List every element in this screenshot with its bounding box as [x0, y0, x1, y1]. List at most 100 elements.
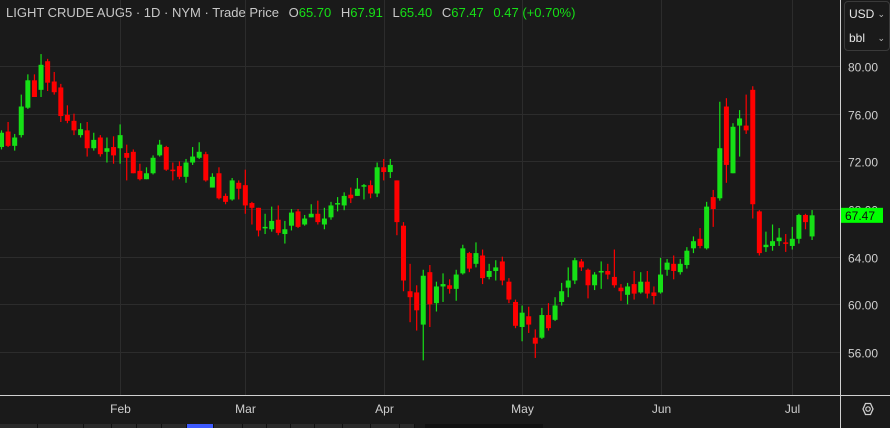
candle [190, 147, 196, 165]
candle [480, 249, 486, 285]
candle-body [664, 262, 670, 270]
high-value: 67.91 [350, 5, 383, 20]
candle [499, 256, 505, 286]
candle [684, 247, 690, 269]
candle-body [723, 106, 729, 165]
candle-body [302, 218, 308, 225]
candle [809, 210, 815, 240]
candle-body [644, 281, 650, 294]
candle-body [163, 147, 169, 170]
candle [605, 263, 611, 280]
strip-tab[interactable] [0, 424, 38, 428]
candle [611, 249, 617, 288]
strip-tab[interactable] [112, 424, 137, 428]
high-label: H [340, 5, 351, 20]
candle-body [440, 284, 446, 287]
strip-tab[interactable] [243, 424, 267, 428]
candle [460, 244, 466, 275]
candle-body [18, 106, 24, 136]
candle [157, 139, 163, 157]
candle [618, 284, 624, 301]
last-price-marker: 67.47 [841, 207, 883, 223]
candle-body [802, 214, 808, 223]
candle-body [216, 173, 222, 199]
candle-body [262, 226, 268, 229]
candle [328, 201, 334, 220]
price-tick-label: 80.00 [848, 61, 878, 75]
strip-tab[interactable] [343, 424, 371, 428]
strip-tab[interactable] [137, 424, 162, 428]
strip-tab[interactable] [267, 424, 291, 428]
candle [269, 206, 275, 232]
candle [565, 267, 571, 298]
strip-tab[interactable] [38, 424, 84, 428]
candle-body [750, 89, 756, 205]
unit-dropdown[interactable]: bbl ⌄ [845, 26, 889, 50]
open-value: 65.70 [298, 5, 332, 20]
candle-body [559, 291, 565, 302]
strip-tab[interactable] [371, 424, 400, 428]
candle-body [12, 137, 18, 146]
candle-body [427, 272, 433, 305]
candle [559, 282, 565, 306]
strip-tab[interactable] [291, 424, 315, 428]
strip-tab[interactable] [315, 424, 343, 428]
candle-body [223, 195, 229, 202]
strip-tab[interactable] [84, 424, 112, 428]
candle-body [295, 211, 301, 227]
candle-body [704, 206, 710, 249]
candle [58, 83, 64, 123]
chart-settings-button[interactable] [858, 399, 878, 419]
candle-body [31, 80, 37, 97]
candle-body [58, 87, 64, 117]
candlestick-chart[interactable]: 80.0076.0072.0068.0064.0060.0056.00 FebM… [0, 0, 890, 428]
candle-body [348, 194, 354, 199]
candles [0, 54, 815, 361]
candle [400, 222, 406, 292]
close-label: C [441, 5, 452, 20]
candle-body [526, 316, 532, 325]
candle-body [710, 197, 716, 210]
candle [545, 303, 551, 331]
separator: · [204, 5, 209, 20]
candle [256, 207, 262, 237]
strip-panel[interactable] [425, 424, 543, 428]
candle-body [677, 263, 683, 273]
candle-body [480, 255, 486, 279]
candle [229, 178, 235, 201]
strip-tab[interactable] [214, 424, 243, 428]
candle [690, 236, 696, 254]
candle [209, 173, 215, 188]
candle-body [335, 203, 341, 205]
candle [783, 234, 789, 252]
candle [651, 286, 657, 305]
candle [625, 282, 631, 305]
low-label: L [392, 5, 400, 20]
strip-tab[interactable] [162, 424, 187, 428]
strip-tab[interactable] [400, 424, 415, 428]
candle [295, 209, 301, 229]
candle [137, 163, 143, 181]
candle-body [176, 166, 182, 177]
candle-body [756, 211, 762, 254]
candle-body [420, 275, 426, 325]
candle-body [598, 270, 604, 273]
candle [354, 178, 360, 196]
currency-dropdown[interactable]: USD ⌄ [845, 2, 889, 26]
candle-body [249, 203, 255, 208]
open-label: O [288, 5, 299, 20]
candle [249, 201, 255, 225]
time-axis[interactable]: Feb Mar Apr May Jun Jul [110, 402, 800, 416]
candle [170, 162, 176, 181]
candle-body [592, 274, 598, 286]
candle [407, 263, 413, 323]
candle [598, 261, 604, 289]
last-price-label: 67.47 [845, 209, 875, 223]
candle-body [387, 164, 393, 173]
strip-tab-active[interactable] [187, 424, 214, 428]
candle-body [183, 162, 189, 177]
candle-body [690, 241, 696, 249]
close-value: 67.47 [451, 5, 484, 20]
separator: · [164, 5, 169, 20]
interval: 1D [143, 5, 161, 20]
